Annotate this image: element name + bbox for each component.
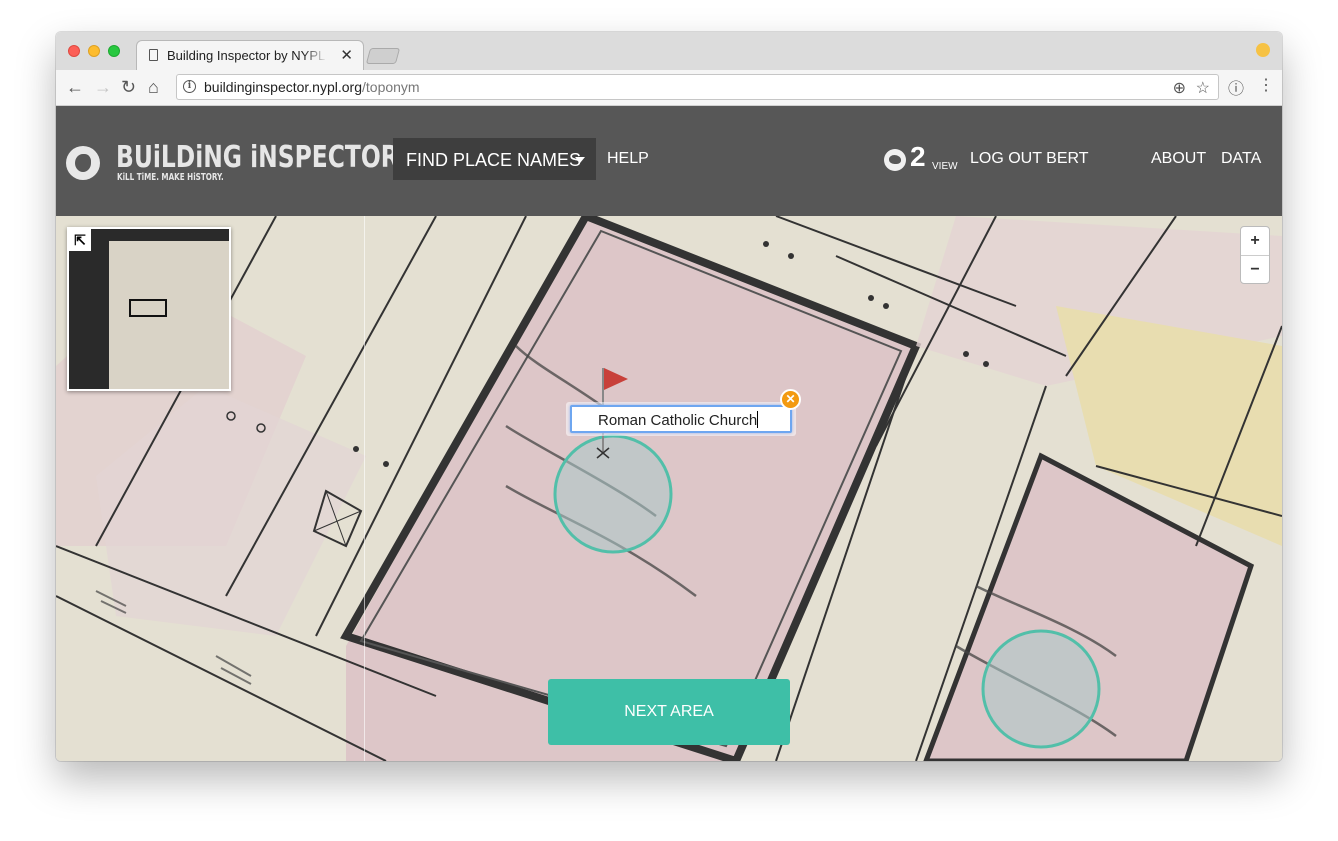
home-icon[interactable]: ⌂ bbox=[148, 76, 159, 98]
zoom-in-button[interactable]: + bbox=[1241, 227, 1269, 255]
forward-arrow-icon[interactable]: → bbox=[94, 76, 112, 98]
caret-down-icon bbox=[575, 157, 585, 163]
nypl-lion-logo-icon[interactable] bbox=[66, 146, 100, 180]
about-link[interactable]: ABOUT bbox=[1151, 150, 1206, 168]
text-cursor bbox=[757, 411, 759, 428]
map-seam bbox=[364, 216, 365, 761]
minimap-sheet bbox=[109, 241, 229, 389]
page-icon bbox=[149, 49, 158, 61]
twitter-icon[interactable] bbox=[884, 149, 906, 171]
tab-close-button[interactable]: ✕ bbox=[340, 46, 353, 64]
back-arrow-icon[interactable]: ← bbox=[66, 76, 84, 98]
brand-tagline: KiLL TiME. MAKE HiSTORY. bbox=[117, 172, 224, 183]
toponym-input-value: Roman Catholic Church bbox=[598, 412, 758, 429]
contribution-count: 2 bbox=[910, 141, 926, 172]
task-dropdown-label: FIND PLACE NAMES bbox=[406, 150, 582, 170]
view-link[interactable]: VIEW bbox=[932, 161, 958, 172]
toponym-input[interactable]: Roman Catholic Church bbox=[570, 405, 792, 433]
url-host: buildinginspector.nypl.org bbox=[204, 79, 362, 95]
url-path: /toponym bbox=[362, 79, 420, 95]
zoom-control: + − bbox=[1240, 226, 1270, 284]
task-dropdown[interactable]: FIND PLACE NAMES bbox=[393, 138, 596, 180]
minimap[interactable]: ⇱ bbox=[67, 227, 231, 391]
logout-link[interactable]: LOG OUT BERT bbox=[970, 150, 1089, 168]
menu-kebab-icon[interactable]: ⋮ bbox=[1258, 75, 1274, 95]
brand-title[interactable]: BUiLDiNG iNSPECTOR bbox=[116, 140, 399, 175]
data-link[interactable]: DATA bbox=[1221, 150, 1261, 168]
maximize-window-button[interactable] bbox=[108, 45, 120, 57]
toponym-popup: Roman Catholic Church bbox=[566, 402, 796, 436]
minimap-viewport[interactable] bbox=[129, 299, 167, 317]
next-area-button[interactable]: NEXT AREA bbox=[548, 679, 790, 745]
map-canvas[interactable]: ⇱ + − Roman Catholic Church ✕ NEXT AREA bbox=[56, 216, 1282, 761]
close-window-button[interactable] bbox=[68, 45, 80, 57]
browser-window: Building Inspector by NYPL Labs ✕ ← → ↻ … bbox=[56, 32, 1282, 761]
minimap-toggle-icon[interactable]: ⇱ bbox=[69, 229, 91, 251]
browser-tab[interactable]: Building Inspector by NYPL Labs ✕ bbox=[136, 40, 364, 70]
info-icon[interactable]: i bbox=[183, 80, 196, 93]
bookmark-star-icon[interactable]: ☆ bbox=[1196, 78, 1210, 98]
site-header: BUiLDiNG iNSPECTOR KiLL TiME. MAKE HiSTO… bbox=[56, 106, 1282, 216]
new-tab-button[interactable] bbox=[365, 48, 401, 64]
popup-close-icon[interactable]: ✕ bbox=[780, 389, 801, 410]
tab-strip: Building Inspector by NYPL Labs ✕ bbox=[56, 32, 1282, 70]
help-link[interactable]: HELP bbox=[607, 150, 649, 168]
minimize-window-button[interactable] bbox=[88, 45, 100, 57]
zoom-out-button[interactable]: − bbox=[1241, 256, 1269, 284]
reload-icon[interactable]: ↻ bbox=[121, 76, 136, 98]
tab-title: Building Inspector by NYPL Labs bbox=[167, 48, 327, 63]
address-bar[interactable]: i buildinginspector.nypl.org/toponym ⊕ ☆ bbox=[176, 74, 1219, 100]
extension-icon[interactable]: ⓘ bbox=[1228, 75, 1244, 99]
browser-toolbar: ← → ↻ ⌂ i buildinginspector.nypl.org/top… bbox=[56, 70, 1282, 106]
url-text[interactable]: buildinginspector.nypl.org/toponym bbox=[204, 79, 420, 95]
zoom-lens-icon[interactable]: ⊕ bbox=[1173, 78, 1186, 98]
profile-emoji-icon[interactable] bbox=[1256, 43, 1270, 57]
